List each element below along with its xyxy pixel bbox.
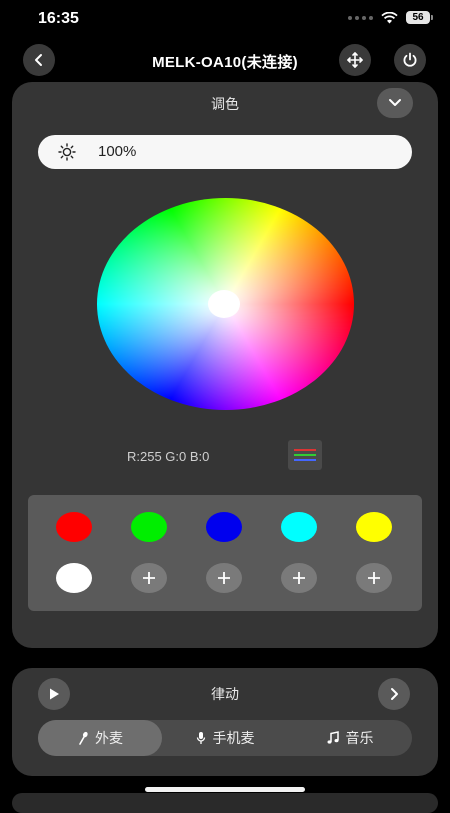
brightness-slider[interactable]: 100% — [38, 135, 412, 169]
plus-icon — [143, 572, 155, 584]
rhythm-panel: 律动 外麦 手机麦 音乐 — [12, 668, 438, 776]
mode-label: 手机麦 — [212, 730, 255, 746]
battery-indicator: 56 — [406, 11, 433, 24]
color-panel-title: 调色 — [211, 96, 239, 112]
mode-label: 音乐 — [345, 730, 374, 746]
power-button[interactable] — [394, 44, 426, 76]
color-panel: 调色 100% R:255 G:0 B:0 — [12, 82, 438, 648]
add-color-button[interactable] — [356, 563, 392, 593]
music-note-icon — [327, 731, 339, 744]
status-time: 16:35 — [38, 10, 79, 27]
color-swatch-green[interactable] — [131, 512, 167, 542]
next-panel-edge — [12, 793, 438, 813]
color-swatch-white[interactable] — [56, 563, 92, 593]
color-swatch-cyan[interactable] — [281, 512, 317, 542]
color-swatch-red[interactable] — [56, 512, 92, 542]
status-indicators: 56 — [348, 11, 433, 24]
page-title: MELK-OA10(未连接) — [152, 54, 298, 71]
move-arrows-icon — [347, 52, 363, 68]
microphone-wand-icon — [79, 731, 88, 745]
microphone-icon — [196, 732, 205, 744]
collapse-button[interactable] — [377, 88, 413, 118]
rhythm-next-button[interactable] — [378, 678, 410, 710]
add-color-button[interactable] — [281, 563, 317, 593]
add-color-button[interactable] — [206, 563, 242, 593]
color-wheel[interactable] — [97, 198, 354, 410]
plus-icon — [218, 572, 230, 584]
color-swatch-blue[interactable] — [206, 512, 242, 542]
nav-bar: MELK-OA10(未连接) — [0, 42, 450, 78]
plus-icon — [368, 572, 380, 584]
mode-music[interactable]: 音乐 — [287, 720, 412, 756]
color-wheel-handle[interactable] — [208, 290, 240, 318]
sun-icon — [58, 143, 76, 161]
wifi-icon — [381, 11, 398, 23]
signal-icon — [348, 15, 373, 20]
home-indicator[interactable] — [145, 787, 305, 792]
chevron-down-icon — [389, 99, 401, 106]
mode-phone-mic[interactable]: 手机麦 — [162, 720, 287, 756]
mode-external-mic[interactable]: 外麦 — [38, 720, 162, 756]
add-color-button[interactable] — [131, 563, 167, 593]
rgb-readout: R:255 G:0 B:0 — [127, 449, 210, 464]
brightness-value: 100% — [98, 143, 137, 160]
plus-icon — [293, 572, 305, 584]
rhythm-panel-title: 律动 — [211, 686, 239, 702]
chevron-right-icon — [391, 688, 398, 700]
status-bar: 16:35 56 — [0, 0, 450, 40]
mode-label: 外麦 — [95, 730, 123, 746]
rgb-adjust-button[interactable] — [288, 440, 322, 470]
preset-colors — [28, 495, 422, 611]
rhythm-mode-selector: 外麦 手机麦 音乐 — [38, 720, 412, 756]
power-icon — [403, 52, 417, 67]
move-button[interactable] — [339, 44, 371, 76]
color-swatch-yellow[interactable] — [356, 512, 392, 542]
